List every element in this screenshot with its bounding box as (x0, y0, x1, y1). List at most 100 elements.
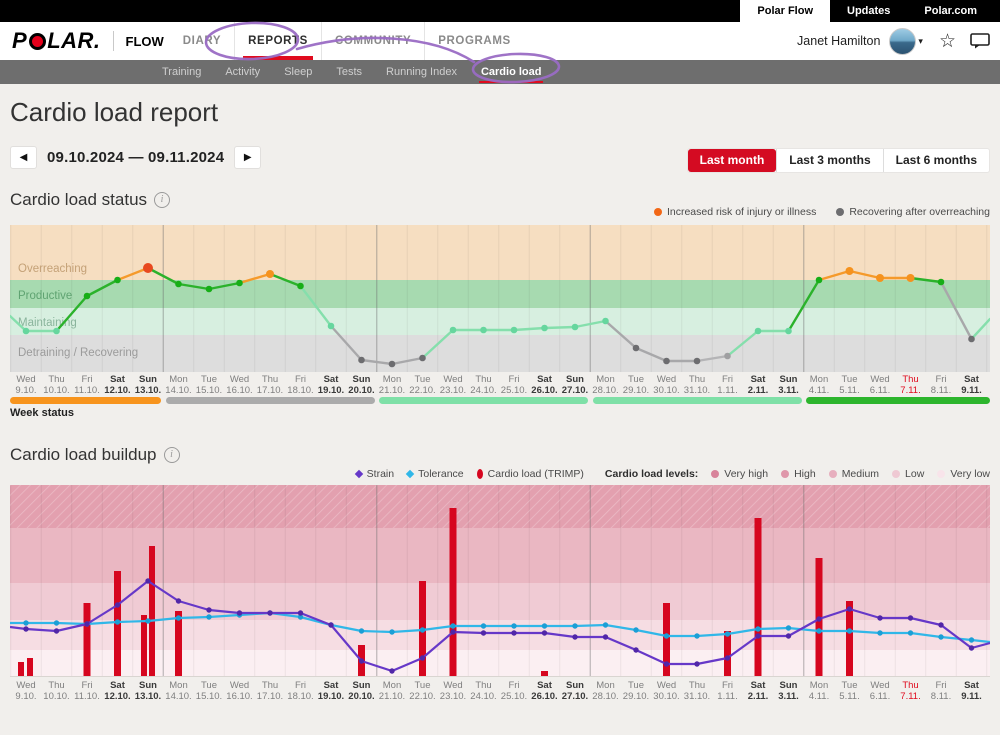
info-icon[interactable]: i (164, 447, 180, 463)
axis-label-wed-6-11: Wed6.11. (865, 681, 896, 702)
axis-label-tue-15-10: Tue15.10. (194, 375, 225, 396)
axis-label-thu-7-11: Thu7.11. (895, 681, 926, 702)
level-item-high: High (781, 468, 816, 480)
axis-label-sun-13-10: Sun13.10. (133, 681, 164, 702)
axis-label-sat-9-11: Sat9.11. (956, 375, 987, 396)
browser-tab-polar-flow[interactable]: Polar Flow (740, 0, 830, 22)
axis-label-sun-20-10: Sun20.10. (346, 375, 377, 396)
axis-label-wed-30-10: Wed30.10. (651, 375, 682, 396)
legend-item-tolerance: Tolerance (407, 468, 464, 480)
browser-tab-updates[interactable]: Updates (830, 0, 907, 22)
browser-tab-polar-com[interactable]: Polar.com (907, 0, 994, 22)
next-period-button[interactable]: ▶ (234, 146, 261, 169)
status-chart-x-axis: Wed9.10.Thu10.10.Fri11.10.Sat12.10.Sun13… (10, 375, 990, 399)
axis-label-tue-29-10: Tue29.10. (621, 681, 652, 702)
nav-item-diary[interactable]: DIARY (170, 22, 234, 60)
info-icon[interactable]: i (154, 192, 170, 208)
buildup-chart-x-axis: Wed9.10.Thu10.10.Fri11.10.Sat12.10.Sun13… (10, 681, 990, 705)
level-dot-icon (892, 470, 900, 478)
subnav-item-sleep[interactable]: Sleep (272, 60, 324, 84)
svg-text:Overreaching: Overreaching (18, 263, 87, 275)
axis-label-wed-30-10: Wed30.10. (651, 681, 682, 702)
subnav-item-activity[interactable]: Activity (213, 60, 272, 84)
axis-label-thu-7-11: Thu7.11. (895, 375, 926, 396)
legend-item-increased-risk-of-injury-or-illness: Increased risk of injury or illness (654, 206, 816, 218)
week-status-segment (379, 397, 588, 404)
axis-label-fri-18-10: Fri18.10. (285, 681, 316, 702)
axis-label-thu-10-10: Thu10.10. (41, 375, 72, 396)
status-title-text: Cardio load status (10, 190, 147, 210)
legend-dot-icon (836, 208, 844, 216)
axis-label-fri-11-10: Fri11.10. (72, 681, 103, 702)
svg-text:Productive: Productive (18, 290, 72, 302)
week-status-label: Week status (10, 407, 74, 419)
axis-label-sun-3-11: Sun3.11. (773, 681, 804, 702)
axis-label-fri-1-11: Fri1.11. (712, 375, 743, 396)
axis-label-sat-2-11: Sat2.11. (743, 681, 774, 702)
week-status-segment (593, 397, 802, 404)
nav-item-programs[interactable]: PROGRAMS (424, 22, 524, 60)
axis-label-wed-23-10: Wed23.10. (438, 375, 469, 396)
axis-label-wed-9-10: Wed9.10. (11, 375, 42, 396)
prev-period-button[interactable]: ◀ (10, 146, 37, 169)
axis-label-wed-16-10: Wed16.10. (224, 375, 255, 396)
logo-text-lar: LAR. (47, 28, 100, 54)
level-item-medium: Medium (829, 468, 879, 480)
axis-label-tue-22-10: Tue22.10. (407, 375, 438, 396)
week-status-segment (166, 397, 375, 404)
range-button-last-6-months[interactable]: Last 6 months (883, 149, 989, 172)
axis-label-wed-6-11: Wed6.11. (865, 375, 896, 396)
user-name[interactable]: Janet Hamilton (797, 34, 880, 48)
load-level-bands (10, 485, 990, 677)
nav-item-reports[interactable]: REPORTS (234, 22, 321, 60)
axis-label-sat-19-10: Sat19.10. (316, 375, 347, 396)
logo-text-p: P (12, 28, 27, 54)
polar-flow-app: Polar FlowUpdatesPolar.com P LAR. FLOW DI… (0, 0, 1000, 735)
axis-label-tue-29-10: Tue29.10. (621, 375, 652, 396)
status-legend: Increased risk of injury or illness Recov… (654, 206, 990, 218)
axis-label-tue-5-11: Tue5.11. (834, 375, 865, 396)
buildup-title-text: Cardio load buildup (10, 445, 157, 465)
range-buttons: Last monthLast 3 monthsLast 6 months (687, 148, 990, 173)
level-dot-icon (829, 470, 837, 478)
avatar[interactable] (889, 28, 916, 55)
axis-label-mon-28-10: Mon28.10. (590, 681, 621, 702)
flow-product-label: FLOW (113, 31, 164, 51)
page-title: Cardio load report (10, 97, 218, 128)
axis-label-sun-3-11: Sun3.11. (773, 375, 804, 396)
axis-label-sat-9-11: Sat9.11. (956, 681, 987, 702)
axis-label-mon-4-11: Mon4.11. (804, 375, 835, 396)
axis-label-sat-12-10: Sat12.10. (102, 375, 133, 396)
subnav-item-running-index[interactable]: Running Index (374, 60, 469, 84)
axis-label-wed-9-10: Wed9.10. (11, 681, 42, 702)
subnav-item-tests[interactable]: Tests (324, 60, 374, 84)
axis-label-tue-15-10: Tue15.10. (194, 681, 225, 702)
level-dot-icon (711, 470, 719, 478)
week-status-segment (806, 397, 990, 404)
favorites-star-icon[interactable]: ☆ (939, 32, 956, 51)
legend-oval-icon (477, 469, 483, 479)
axis-label-fri-1-11: Fri1.11. (712, 681, 743, 702)
subnav-item-training[interactable]: Training (150, 60, 213, 84)
level-dot-icon (937, 470, 945, 478)
axis-label-thu-24-10: Thu24.10. (468, 681, 499, 702)
axis-label-fri-25-10: Fri25.10. (499, 375, 530, 396)
level-item-very-low: Very low (937, 468, 990, 480)
range-button-last-3-months[interactable]: Last 3 months (776, 149, 882, 172)
logo-o-icon (29, 33, 46, 50)
browser-topbar: Polar FlowUpdatesPolar.com (0, 0, 1000, 22)
week-status-bar (10, 397, 990, 404)
status-zones (10, 225, 990, 372)
axis-label-mon-21-10: Mon21.10. (377, 681, 408, 702)
legend-dot-icon (654, 208, 662, 216)
cardio-load-levels-label: Cardio load levels: (605, 468, 698, 480)
range-button-last-month[interactable]: Last month (688, 149, 777, 172)
nav-item-community[interactable]: COMMUNITY (321, 22, 424, 60)
chevron-down-icon[interactable]: ▾ (918, 36, 923, 47)
legend-item-recovering-after-overreaching: Recovering after overreaching (836, 206, 990, 218)
polar-logo[interactable]: P LAR. (12, 22, 101, 60)
feedback-chat-icon[interactable] (970, 33, 990, 49)
subnav-item-cardio-load[interactable]: Cardio load (469, 60, 554, 84)
axis-label-fri-25-10: Fri25.10. (499, 681, 530, 702)
axis-label-mon-14-10: Mon14.10. (163, 375, 194, 396)
